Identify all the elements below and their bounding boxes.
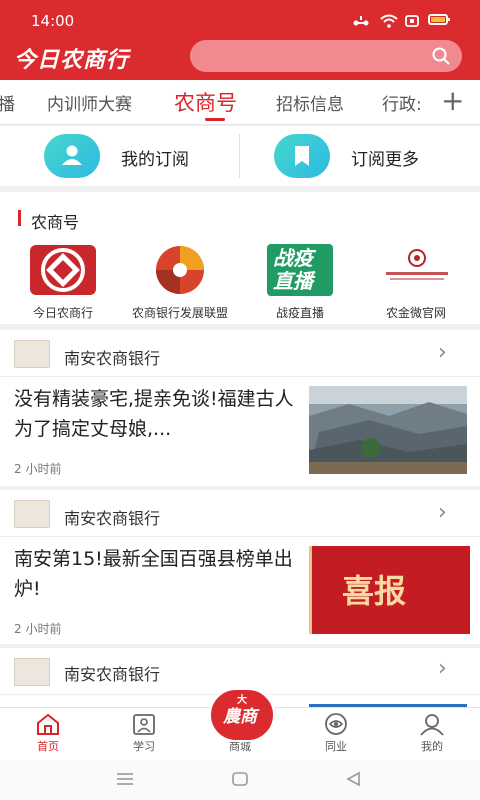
brand-label-live[interactable]: 战疫直播 xyxy=(250,304,350,321)
status-time: 14:00 xyxy=(31,12,75,30)
add-channel-icon[interactable]: + xyxy=(441,84,464,117)
news-thumbnail[interactable]: 喜报 xyxy=(309,546,470,634)
vibrate-icon xyxy=(352,14,370,28)
brand-logo-live-text-top: 战疫 xyxy=(273,246,313,270)
source-name[interactable]: 南安农商银行 xyxy=(64,345,160,369)
tab-live[interactable]: 播 xyxy=(0,90,15,115)
nav-home[interactable]: 首页 xyxy=(0,708,96,761)
sim-icon xyxy=(405,14,419,28)
profile-icon xyxy=(420,714,444,736)
news-thumbnail[interactable] xyxy=(309,386,467,474)
brand-logo-nongjin[interactable] xyxy=(380,244,454,296)
nav-study-label[interactable]: 学习 xyxy=(96,738,192,754)
nav-me[interactable]: 我的 xyxy=(384,708,480,761)
brand-logo-today[interactable] xyxy=(29,244,97,296)
nav-me-label[interactable]: 我的 xyxy=(384,738,480,754)
divider xyxy=(239,134,240,178)
source-logo xyxy=(14,340,50,368)
tab-trainer-contest[interactable]: 内训师大赛 xyxy=(47,90,132,115)
subscribe-more-label[interactable]: 订阅更多 xyxy=(351,145,419,170)
section-marker xyxy=(18,210,21,226)
peers-icon xyxy=(325,713,347,735)
chevron-right-icon[interactable]: › xyxy=(438,656,447,681)
home-button-icon[interactable] xyxy=(231,771,249,787)
mall-badge-text: 農商 xyxy=(223,707,257,727)
source-name[interactable]: 南安农商银行 xyxy=(64,505,160,529)
chevron-right-icon[interactable]: › xyxy=(438,500,447,525)
back-icon[interactable] xyxy=(345,771,361,787)
home-icon xyxy=(37,713,59,735)
nav-peers-label[interactable]: 同业 xyxy=(288,738,384,754)
search-bar[interactable] xyxy=(190,40,462,72)
brand-logo-alliance[interactable] xyxy=(148,244,212,296)
divider xyxy=(0,376,480,377)
mall-badge-button[interactable]: 大 農商 xyxy=(209,688,275,742)
divider xyxy=(0,536,480,537)
subscribe-more-button[interactable] xyxy=(274,134,330,178)
channel-tabs: 播 内训师大赛 农商号 招标信息 行政: + xyxy=(0,80,480,125)
brand-logo-live[interactable]: 战疫 直播 xyxy=(267,244,333,296)
news-time: 2 小时前 xyxy=(14,622,62,636)
search-icon[interactable] xyxy=(432,47,450,65)
nav-peers[interactable]: 同业 xyxy=(288,708,384,761)
bookmark-icon xyxy=(295,146,309,166)
nav-study[interactable]: 学习 xyxy=(96,708,192,761)
brand-label-nongjin[interactable]: 农金微官网 xyxy=(366,304,466,321)
my-subscription-label[interactable]: 我的订阅 xyxy=(121,145,189,170)
nongshang-section: 农商号 今日农商行 农商银行发展联盟 战疫 直播 战疫直播 农金微官网 xyxy=(0,192,480,324)
app-header: 14:00 今日农商行 xyxy=(0,0,480,80)
subscribe-bar: 我的订阅 订阅更多 xyxy=(0,126,480,186)
status-bar: 14:00 xyxy=(0,0,480,40)
brand-label-alliance[interactable]: 农商银行发展联盟 xyxy=(120,304,240,321)
tab-nongshanghao[interactable]: 农商号 xyxy=(174,87,237,117)
my-subscription-button[interactable] xyxy=(44,134,100,178)
study-icon xyxy=(133,714,155,735)
menu-icon[interactable] xyxy=(116,772,134,786)
tab-tender-info[interactable]: 招标信息 xyxy=(276,90,344,115)
system-nav-bar xyxy=(0,760,480,800)
wifi-icon xyxy=(380,14,398,28)
battery-icon xyxy=(428,14,450,25)
nav-home-label[interactable]: 首页 xyxy=(0,738,96,754)
source-name[interactable]: 南安农商银行 xyxy=(64,661,160,685)
app-logo: 今日农商行 xyxy=(14,48,130,73)
news-title[interactable]: 没有精装豪宅,提亲免谈!福建古人为了搞定丈母娘,... xyxy=(14,384,296,444)
brand-label-today[interactable]: 今日农商行 xyxy=(13,304,113,321)
user-icon xyxy=(62,145,82,165)
news-card[interactable]: 南安农商银行 › 没有精装豪宅,提亲免谈!福建古人为了搞定丈母娘,... 2 小… xyxy=(0,330,480,486)
source-logo xyxy=(14,658,50,686)
news-title[interactable]: 南安第15!最新全国百强县榜单出炉! xyxy=(14,544,296,604)
tab-admin[interactable]: 行政: xyxy=(382,90,422,115)
active-tab-indicator xyxy=(205,118,225,121)
brand-logo-live-text-bottom: 直播 xyxy=(273,269,313,293)
news-card[interactable]: 南安农商银行 › 南安第15!最新全国百强县榜单出炉! 2 小时前 喜报 xyxy=(0,490,480,644)
news-time: 2 小时前 xyxy=(14,462,62,476)
chevron-right-icon[interactable]: › xyxy=(438,340,447,365)
section-title: 农商号 xyxy=(31,213,80,232)
bottom-nav: 首页 学习 商城 大 農商 同业 我的 xyxy=(0,688,480,761)
source-logo xyxy=(14,500,50,528)
thumbnail-text: 喜报 xyxy=(342,572,407,610)
